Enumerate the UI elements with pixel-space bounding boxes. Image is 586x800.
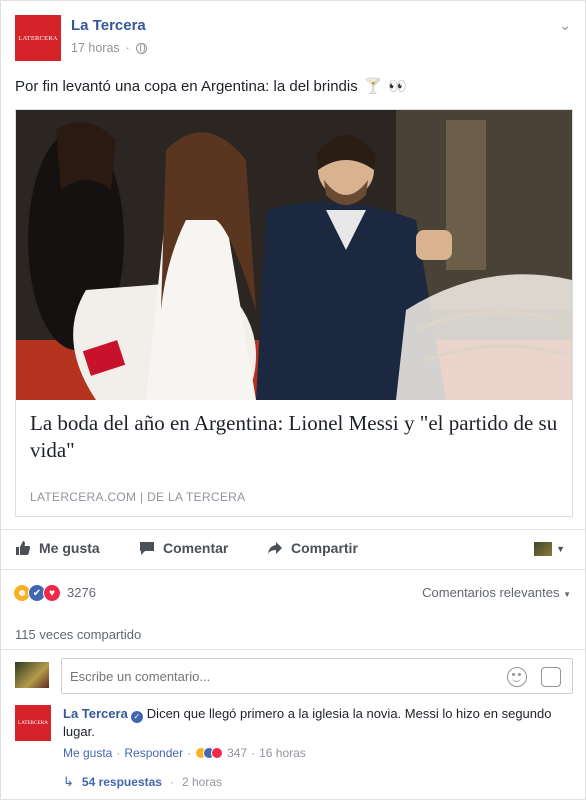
comment-label: Comentar xyxy=(163,540,229,556)
source-divider: | xyxy=(140,490,144,504)
sticker-icon[interactable] xyxy=(541,667,561,687)
dot-separator: · xyxy=(251,746,256,760)
eyes-emoji: 👀 xyxy=(388,78,408,95)
page-avatar[interactable]: LATERCERA xyxy=(15,15,61,61)
comment-sort-label: Comentarios relevantes xyxy=(422,585,560,600)
user-avatar xyxy=(15,662,49,688)
wedding-photo-graphic xyxy=(16,110,572,400)
profile-thumbnail xyxy=(534,542,553,556)
like-button[interactable]: Me gusta xyxy=(15,540,100,556)
wedding-photo[interactable] xyxy=(16,110,572,400)
action-bar: Me gusta Comentar Compartir ▼ xyxy=(1,529,586,569)
comment-icon xyxy=(140,542,154,555)
love-reaction-icon xyxy=(211,747,224,759)
comment-author[interactable]: La Tercera xyxy=(63,706,128,721)
preview-source: LATERCERA.COM | DE LA TERCERA xyxy=(30,490,245,504)
post-meta: 17 horas · xyxy=(71,41,147,55)
view-replies-link[interactable]: 54 respuestas xyxy=(82,775,162,789)
page-name-link[interactable]: La Tercera xyxy=(71,17,146,34)
comment-reaction-count[interactable]: 347 xyxy=(227,746,247,760)
comment-author-avatar[interactable]: LATERCERA xyxy=(15,705,51,741)
source-page[interactable]: LA TERCERA xyxy=(168,490,245,504)
comment-reactions[interactable] xyxy=(195,747,224,759)
verified-badge-icon: ✓ xyxy=(130,711,143,723)
comment-sort-dropdown[interactable]: Comentarios relevantes ▼ xyxy=(422,585,571,600)
dot-separator: · xyxy=(116,746,121,760)
preview-domain: LATERCERA.COM xyxy=(30,490,137,504)
preview-title[interactable]: La boda del año en Argentina: Lionel Mes… xyxy=(30,410,560,464)
thumbs-up-icon xyxy=(16,541,31,555)
comment-like-link[interactable]: Me gusta xyxy=(63,746,112,760)
comment-actions: Me gusta · Responder · 347 · 16 horas xyxy=(63,746,306,760)
share-button[interactable]: Compartir xyxy=(267,540,358,556)
post-timestamp[interactable]: 17 horas xyxy=(71,41,120,55)
emoji-icon[interactable] xyxy=(507,667,527,687)
dot-separator: · xyxy=(169,775,174,789)
reply-arrow-icon: ↳ xyxy=(63,774,74,789)
logo-text: LATERCERA xyxy=(18,34,58,42)
like-label: Me gusta xyxy=(39,540,100,556)
comment-reply-link[interactable]: Responder xyxy=(124,746,183,760)
post-card: LATERCERA La Tercera 17 horas · ⌄ Por fi… xyxy=(0,0,586,800)
share-label: Compartir xyxy=(291,540,358,556)
comment-logo-text: LATERCERA xyxy=(18,720,48,726)
meta-separator: · xyxy=(125,41,130,55)
link-preview[interactable]: La boda del año en Argentina: Lionel Mes… xyxy=(15,109,573,517)
replies-row: ↳ 54 respuestas · 2 horas xyxy=(63,774,222,790)
post-message: Por fin levantó una copa en Argentina: l… xyxy=(15,77,408,96)
reactions-bar: ☻ ✔ ♥ 3276 Comentarios relevantes ▼ xyxy=(1,569,586,615)
post-header: LATERCERA La Tercera 17 horas · ⌄ xyxy=(1,1,586,69)
comment-item: LATERCERA La Tercera ✓ Dicen que llegó pri… xyxy=(1,701,586,800)
comment-button[interactable]: Comentar xyxy=(139,540,228,556)
reaction-count[interactable]: 3276 xyxy=(67,585,96,600)
source-by: DE xyxy=(147,490,165,504)
caret-down-icon: ▼ xyxy=(563,590,571,599)
audience-selector[interactable]: ▼ xyxy=(534,542,565,556)
post-message-text: Por fin levantó una copa en Argentina: l… xyxy=(15,77,358,95)
comment-input[interactable] xyxy=(61,658,573,694)
love-reaction-icon[interactable]: ♥ xyxy=(43,584,61,602)
dot-separator: · xyxy=(187,746,192,760)
cocktail-emoji: 🍸 xyxy=(363,78,383,95)
caret-down-icon: ▼ xyxy=(556,544,565,554)
globe-icon xyxy=(135,42,147,54)
comment-time[interactable]: 16 horas xyxy=(259,746,306,760)
share-count[interactable]: 115 veces compartido xyxy=(15,627,141,642)
replies-time: 2 horas xyxy=(181,775,222,789)
chevron-down-icon[interactable]: ⌄ xyxy=(559,17,571,34)
comment-composer xyxy=(1,649,586,699)
comment-body: La Tercera ✓ Dicen que llegó primero a la … xyxy=(63,705,563,740)
share-arrow-icon xyxy=(268,542,282,554)
